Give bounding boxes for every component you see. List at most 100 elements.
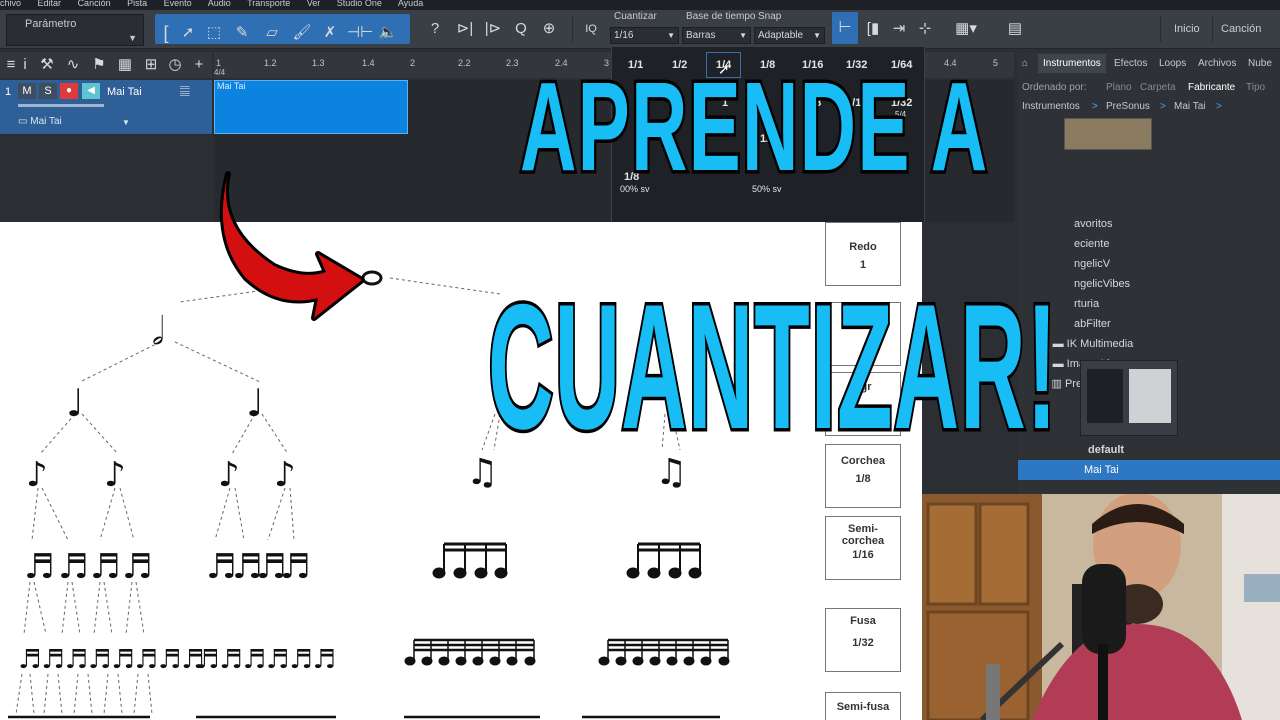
thumbnail-knobs bbox=[1129, 369, 1171, 423]
ruler-tick: 1 bbox=[216, 58, 222, 68]
svg-text:♬♬♬♬♬♬: ♬♬♬♬♬♬ bbox=[196, 645, 336, 675]
range-tool-icon[interactable]: ⬚ bbox=[203, 22, 225, 44]
parameter-field[interactable]: Parámetro ▼ bbox=[6, 14, 144, 46]
listen-tool-icon[interactable]: 🔈 bbox=[377, 22, 399, 44]
snap-toggle-icon[interactable]: ⊢ bbox=[832, 12, 858, 44]
automation-icon[interactable]: ∿ bbox=[62, 54, 84, 76]
chevron-down-icon: ▼ bbox=[813, 31, 821, 40]
sort-label: Ordenado por: bbox=[1022, 82, 1087, 93]
sort-type[interactable]: Tipo bbox=[1246, 82, 1265, 93]
breadcrumb-mai-tai[interactable]: Mai Tai bbox=[1174, 101, 1206, 112]
tab-effects[interactable]: Efectos bbox=[1114, 58, 1147, 69]
menu-audio[interactable]: Audio bbox=[208, 0, 231, 8]
snap-grid-icon[interactable]: [▮ bbox=[862, 18, 884, 40]
note-box-semicorchea: Semi- corchea 1/16 bbox=[825, 516, 901, 580]
arranger-icon[interactable]: ⊞ bbox=[140, 54, 162, 76]
song-button[interactable]: Canción bbox=[1221, 10, 1261, 48]
parameter-label: Parámetro bbox=[25, 18, 77, 30]
menu-event[interactable]: Evento bbox=[164, 0, 192, 8]
breadcrumb-instruments[interactable]: Instrumentos bbox=[1022, 101, 1080, 112]
tempo-icon[interactable]: ◷ bbox=[164, 54, 186, 76]
grid-icon[interactable]: ▦ bbox=[114, 54, 136, 76]
svg-text:♪: ♪ bbox=[26, 455, 48, 495]
tab-instruments[interactable]: Instrumentos bbox=[1038, 54, 1106, 73]
start-button[interactable]: Inicio bbox=[1174, 10, 1200, 48]
audiobend-icon[interactable]: |⊳ bbox=[482, 18, 504, 40]
iq-button[interactable]: IQ bbox=[580, 18, 602, 40]
svg-text:♬: ♬ bbox=[122, 547, 152, 587]
browser-item-label: IK Multimedia bbox=[1066, 338, 1134, 350]
paint-tool-icon[interactable]: 🖌 bbox=[291, 22, 313, 44]
svg-text:♬: ♬ bbox=[280, 547, 310, 587]
tab-loops[interactable]: Loops bbox=[1159, 58, 1186, 69]
svg-text:𝅗𝅥: 𝅗𝅥 bbox=[152, 309, 164, 353]
timebase-label: Base de tiempo bbox=[686, 11, 756, 22]
track-header[interactable]: 1 M S ● ◀ Mai Tai 𝄚 ▭ Mai Tai ▼ bbox=[0, 80, 212, 134]
webcam-feed bbox=[922, 494, 1280, 720]
eraser-tool-icon[interactable]: ▱ bbox=[261, 22, 283, 44]
timebase-select[interactable]: Barras ▼ bbox=[682, 27, 751, 44]
transient-icon[interactable]: ⊳| bbox=[454, 18, 476, 40]
sort-folder[interactable]: Carpeta bbox=[1140, 82, 1176, 93]
tab-cloud[interactable]: Nube bbox=[1248, 58, 1272, 69]
help-icon[interactable]: ? bbox=[424, 18, 446, 40]
breadcrumb-presonus[interactable]: PreSonus bbox=[1106, 101, 1150, 112]
chevron-down-icon: ▼ bbox=[128, 33, 137, 43]
volume-bar[interactable] bbox=[18, 104, 104, 107]
clip-name: Mai Tai bbox=[217, 81, 246, 91]
info-icon[interactable]: i bbox=[14, 54, 36, 76]
flag-icon[interactable]: ⚑ bbox=[88, 54, 110, 76]
mute-button[interactable]: M bbox=[18, 83, 36, 99]
zoom-icon[interactable]: Q bbox=[510, 18, 532, 40]
snap-cursor-icon[interactable]: ⊹ bbox=[914, 18, 936, 40]
menu-transport[interactable]: Transporte bbox=[247, 0, 290, 8]
note-box-name: Fusa bbox=[850, 615, 876, 627]
menu-edit[interactable]: Editar bbox=[38, 0, 62, 8]
tab-files[interactable]: Archivos bbox=[1198, 58, 1236, 69]
svg-text:♬♬♬♬♬♬♬♬: ♬♬♬♬♬♬♬♬ bbox=[18, 645, 204, 675]
browser-item-recent[interactable]: eciente bbox=[1018, 234, 1280, 254]
monitor-icon[interactable]: ◀ bbox=[82, 83, 100, 99]
impact-thumbnail bbox=[1080, 360, 1178, 436]
menu-track[interactable]: Pista bbox=[127, 0, 147, 8]
arrow-tool-icon[interactable]: ➚ bbox=[177, 22, 199, 44]
record-icon[interactable]: ● bbox=[60, 83, 78, 99]
snap-value: Adaptable bbox=[758, 30, 804, 41]
bracket-icon: [ bbox=[163, 23, 169, 43]
pencil-tool-icon[interactable]: ✎ bbox=[231, 22, 253, 44]
solo-button[interactable]: S bbox=[39, 83, 57, 99]
menu-view[interactable]: Ver bbox=[307, 0, 321, 8]
browser-panel: ⌂ Instrumentos Efectos Loops Archivos Nu… bbox=[1018, 52, 1280, 222]
menu-help[interactable]: Ayuda bbox=[398, 0, 423, 8]
instrument-clip[interactable]: Mai Tai bbox=[214, 80, 408, 134]
track-name[interactable]: Mai Tai bbox=[107, 86, 142, 98]
svg-text:♩: ♩ bbox=[66, 381, 84, 425]
metronome-icon[interactable]: ⊕ bbox=[538, 18, 560, 40]
add-icon[interactable]: + bbox=[188, 54, 210, 76]
note-box-name: Semi-fusa bbox=[836, 701, 890, 713]
menu-song[interactable]: Canción bbox=[78, 0, 111, 8]
main-toolbar: Parámetro ▼ [ ➚ ⬚ ✎ ▱ 🖌 ✗ ⊣⊢ 🔈 ? ⊳| |⊳ Q… bbox=[0, 10, 1280, 49]
mute-tool-icon[interactable]: ✗ bbox=[319, 22, 341, 44]
sort-flat[interactable]: Plano bbox=[1106, 82, 1132, 93]
quantize-value: 1/16 bbox=[614, 30, 634, 41]
menu-file[interactable]: chivo bbox=[0, 0, 21, 8]
svg-text:♬: ♬ bbox=[58, 547, 88, 587]
quantize-select[interactable]: 1/16 ▼ bbox=[610, 27, 679, 44]
browser-item-favorites[interactable]: avoritos bbox=[1018, 214, 1280, 234]
ruler-tick: 1.4 bbox=[362, 58, 375, 68]
wrench-icon[interactable]: ⚒ bbox=[36, 54, 58, 76]
snap-events-icon[interactable]: ⇥ bbox=[888, 18, 910, 40]
menu-studio-one[interactable]: Studio One bbox=[337, 0, 382, 8]
film-icon[interactable]: ▤ bbox=[1004, 18, 1026, 40]
sort-vendor[interactable]: Fabricante bbox=[1188, 82, 1235, 93]
instrument-select[interactable]: ▭ Mai Tai bbox=[18, 116, 62, 127]
home-icon[interactable]: ⌂ bbox=[1022, 58, 1028, 69]
instrument-name: Mai Tai bbox=[30, 116, 62, 127]
keyboard-icon[interactable]: 𝄚 bbox=[180, 85, 190, 100]
snap-select[interactable]: Adaptable ▼ bbox=[754, 27, 825, 44]
title-line-2: CUANTIZAR! bbox=[486, 264, 1058, 470]
grid-options-icon[interactable]: ▦▾ bbox=[948, 18, 984, 40]
split-tool-icon[interactable]: ⊣⊢ bbox=[347, 22, 373, 44]
mai-tai-thumbnail bbox=[1064, 118, 1152, 150]
